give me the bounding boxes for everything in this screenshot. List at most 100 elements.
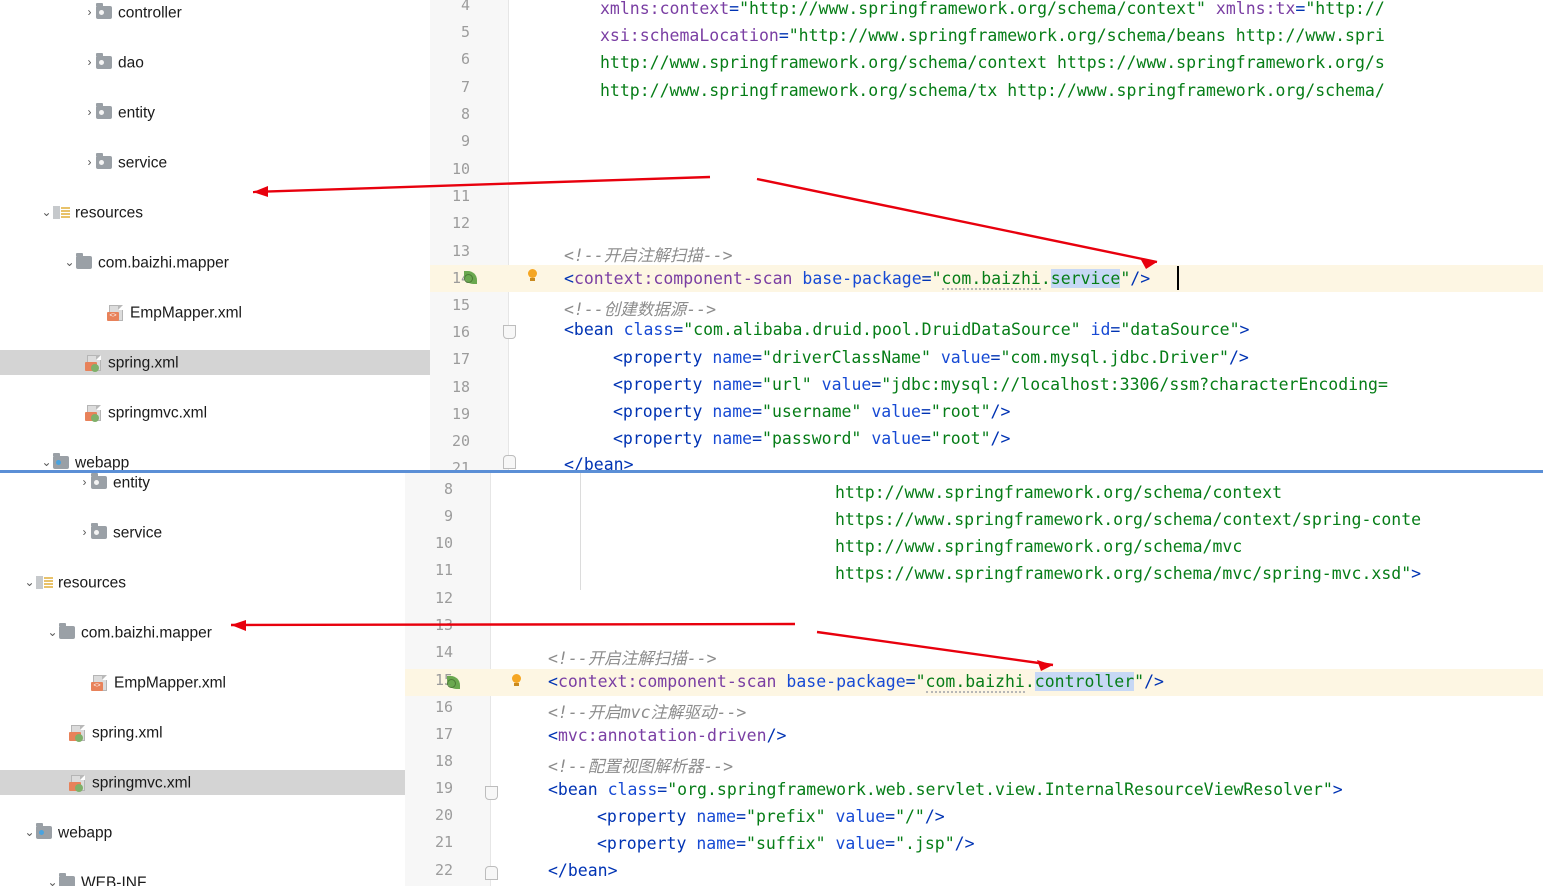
chevron-down-icon[interactable]: ⌄ [23,820,36,845]
file-spring-xml-icon [69,775,87,792]
file-spring-xml-icon [69,725,87,742]
spring-bean-gutter-icon[interactable] [446,675,461,690]
folder-plain-icon [59,873,76,886]
intention-bulb-icon[interactable] [511,674,522,686]
line-number: 17 [451,350,470,368]
intention-bulb-icon[interactable] [527,269,538,281]
code-line[interactable]: <bean class="com.alibaba.druid.pool.Drui… [564,320,1249,339]
code-line[interactable]: xsi:schemaLocation="http://www.springfra… [600,26,1385,45]
chevron-down-icon[interactable]: ⌄ [40,450,53,470]
code-line[interactable]: <!--开启注解扫描--> [548,645,717,669]
file-xml-icon: <> [91,675,109,691]
code-fold-marker[interactable] [503,455,516,469]
line-number: 16 [451,323,470,341]
tree-row-label: com.baizhi.mapper [81,624,212,642]
code-line[interactable]: https://www.springframework.org/schema/m… [835,564,1421,583]
folder-resources-icon [53,205,70,220]
code-line[interactable]: <property name="suffix" value=".jsp"/> [597,834,975,853]
chevron-right-icon[interactable]: › [83,0,96,25]
code-line[interactable]: http://www.springframework.org/schema/co… [600,53,1385,72]
code-line[interactable]: <!--创建数据源--> [564,296,716,320]
tree-row[interactable]: › entity [0,473,405,495]
folder-web-icon [53,453,70,470]
file-xml-icon: <> [107,305,125,321]
line-number: 8 [443,480,453,498]
bottom-project-tree[interactable]: › entity › service ⌄ resources ⌄ com.baizhi.… [0,473,405,886]
code-line[interactable]: <!--配置视图解析器--> [548,753,733,777]
folder-plain-icon [76,253,93,270]
bottom-screenshot: › entity › service ⌄ resources ⌄ com.baizhi.… [0,470,1543,886]
code-line[interactable]: <bean class="org.springframework.web.ser… [548,780,1343,799]
chevron-down-icon[interactable]: ⌄ [40,200,53,225]
chevron-right-icon[interactable]: › [83,100,96,125]
tree-row[interactable]: ⌄ webapp [0,450,430,470]
line-number: 8 [460,105,470,123]
code-line[interactable]: <property name="driverClassName" value="… [613,348,1249,367]
text-caret [1177,266,1179,290]
tree-row[interactable]: › service [0,150,430,175]
code-line[interactable]: <!--开启注解扫描--> [564,242,733,266]
tree-row[interactable]: ⌄ WEB-INF [0,870,405,886]
tree-row[interactable]: ⌄ resources [0,570,405,595]
chevron-right-icon[interactable]: › [83,150,96,175]
tree-row-springmvc-xml[interactable]: springmvc.xml [0,770,405,795]
line-number: 4 [460,0,470,14]
tree-row-spring-xml[interactable]: spring.xml [0,350,430,375]
tree-row[interactable]: <> EmpMapper.xml [0,670,405,695]
chevron-right-icon[interactable]: › [83,50,96,75]
code-line-component-scan[interactable]: <context:component-scan base-package="co… [564,269,1150,290]
code-fold-marker[interactable] [485,866,498,880]
chevron-right-icon[interactable]: › [78,473,91,495]
code-fold-marker[interactable] [503,325,516,339]
code-line[interactable]: http://www.springframework.org/schema/tx… [600,81,1385,100]
tree-row-springmvc-xml[interactable]: springmvc.xml [0,400,430,425]
tree-row-label: entity [118,104,156,122]
code-line[interactable]: <property name="password" value="root"/> [613,429,1010,448]
tree-row[interactable]: › controller [0,0,430,25]
chevron-down-icon[interactable]: ⌄ [63,250,76,275]
line-number: 19 [434,779,453,797]
tree-row-label: webapp [58,824,113,842]
chevron-down-icon[interactable]: ⌄ [46,620,59,645]
code-line[interactable]: </bean> [564,455,634,470]
code-line[interactable]: <!--开启mvc注解驱动--> [548,699,746,723]
code-fold-marker[interactable] [485,786,498,800]
code-line-component-scan[interactable]: <context:component-scan base-package="co… [548,672,1164,693]
tree-row[interactable]: › entity [0,100,430,125]
tree-row[interactable]: ⌄ com.baizhi.mapper [0,620,405,645]
chevron-down-icon[interactable]: ⌄ [23,570,36,595]
tree-row[interactable]: ⌄ com.baizhi.mapper [0,250,430,275]
spring-bean-gutter-icon[interactable] [463,270,478,285]
tree-row-label: spring.xml [92,724,163,742]
folder-package-icon [96,153,113,170]
code-line[interactable]: http://www.springframework.org/schema/co… [835,483,1282,502]
line-number: 13 [434,616,453,634]
line-number: 12 [451,214,470,232]
line-number: 18 [451,378,470,396]
tree-row[interactable]: › dao [0,50,430,75]
line-number: 11 [451,187,470,205]
code-line[interactable]: <property name="url" value="jdbc:mysql:/… [613,375,1388,394]
line-number: 6 [460,50,470,68]
tree-row-spring-xml[interactable]: spring.xml [0,720,405,745]
chevron-right-icon[interactable]: › [78,520,91,545]
tree-row-label: service [118,154,168,172]
line-number: 10 [451,160,470,178]
chevron-down-icon[interactable]: ⌄ [46,870,59,886]
tree-row[interactable]: ⌄ webapp [0,820,405,845]
code-line[interactable]: <mvc:annotation-driven/> [548,726,786,745]
tree-row[interactable]: <> EmpMapper.xml [0,300,430,325]
tree-row[interactable]: ⌄ resources [0,200,430,225]
code-line[interactable]: http://www.springframework.org/schema/mv… [835,537,1242,556]
code-line[interactable]: <property name="username" value="root"/> [613,402,1010,421]
folder-resources-icon [36,575,53,590]
line-number: 16 [434,698,453,716]
code-line[interactable]: </bean> [548,861,618,880]
tree-row[interactable]: › service [0,520,405,545]
code-line[interactable]: <property name="prefix" value="/"/> [597,807,945,826]
folder-package-icon [96,53,113,70]
line-number: 11 [434,561,453,579]
code-line[interactable]: https://www.springframework.org/schema/c… [835,510,1421,529]
top-project-tree[interactable]: › controller › dao › entity › service ⌄ resou… [0,0,430,470]
code-line[interactable]: xmlns:context="http://www.springframewor… [600,0,1385,18]
